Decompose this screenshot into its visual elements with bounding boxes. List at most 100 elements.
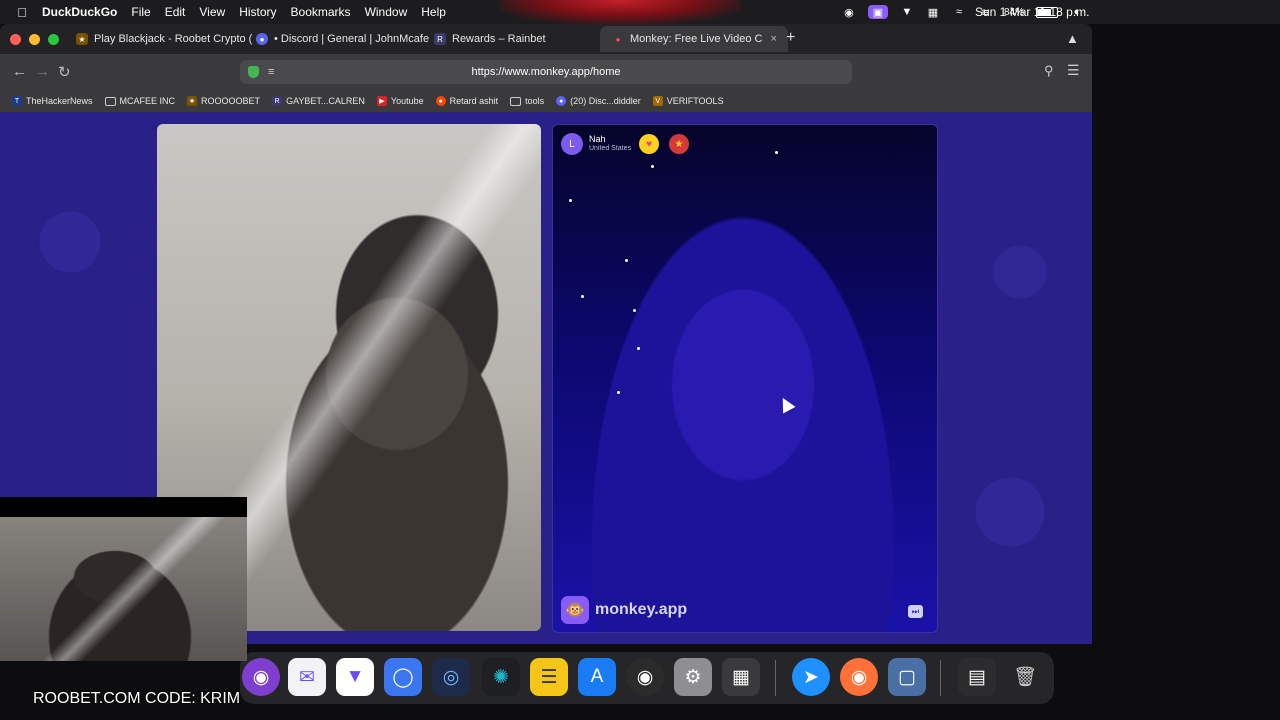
bookmark-item[interactable]: ● (20) Disc...diddler — [556, 96, 641, 106]
notes-icon[interactable]: ☰ — [530, 658, 568, 696]
tab-label: Play Blackjack - Roobet Crypto ( — [94, 33, 253, 45]
apple-menu-icon[interactable]:  — [14, 5, 30, 20]
remote-video[interactable]: L Nah United States ♥ ★ 🐵 monkey.app ⏭ — [552, 124, 938, 633]
signal-icon[interactable]: ◯ — [384, 658, 422, 696]
dock-separator — [775, 660, 776, 696]
keyboard-icon[interactable]: ▦ — [926, 5, 940, 19]
tab-monkey[interactable]: ● Monkey: Free Live Video C × — [600, 26, 788, 52]
youtube-icon: ▶ — [376, 96, 387, 106]
back-icon[interactable]: ← — [12, 63, 27, 80]
tab-label: • Discord | General | JohnMcafe — [274, 33, 430, 45]
trash-icon[interactable]: 🗑 — [1006, 658, 1044, 696]
site-settings-icon[interactable]: ≡ — [268, 66, 274, 78]
obs-icon[interactable]: ◉ — [626, 658, 664, 696]
tab-label: Rewards – Rainbet — [452, 33, 546, 45]
menubar-clock[interactable]: Sun 1 Mar 11:18 p.m. — [975, 5, 1090, 19]
firefox-icon[interactable]: ◉ — [840, 658, 878, 696]
window-controls — [10, 34, 59, 45]
peer-country: United States — [589, 145, 632, 152]
passwords-key-icon[interactable]: ⚲ — [1044, 63, 1054, 79]
bookmark-folder[interactable]: MCAFEE INC — [104, 96, 175, 106]
roobet-icon: ★ — [187, 96, 198, 106]
menu-help[interactable]: Help — [421, 5, 446, 19]
launchpad-icon[interactable]: ▦ — [722, 658, 760, 696]
shield-status-icon[interactable]: ◉ — [842, 5, 856, 19]
bookmark-item[interactable]: ★ ROOOOOBET — [187, 96, 260, 106]
mouse-cursor-icon — [776, 394, 796, 414]
macos-dock: ◉ ✉ ▼ ◯ ◎ ✺ ☰ A ◉ ⚙ ▦ ➤ ◉ ▢ ▤ 🗑 — [240, 652, 1054, 704]
webcam-overlay — [0, 497, 247, 661]
safari-icon[interactable]: ➤ — [792, 658, 830, 696]
wifi-icon[interactable]: ≈ — [952, 5, 966, 19]
tor-browser-icon[interactable]: ◉ — [242, 658, 280, 696]
tab-bar: ★ Play Blackjack - Roobet Crypto ( ● • D… — [0, 24, 1092, 54]
tab-label: Monkey: Free Live Video C — [630, 33, 763, 45]
close-window-button[interactable] — [10, 34, 21, 45]
tab-roobet[interactable]: ★ Play Blackjack - Roobet Crypto ( — [60, 26, 256, 52]
roobet-icon: ★ — [76, 33, 88, 45]
bookmark-item[interactable]: ● Retard ashit — [435, 96, 498, 106]
app-name-menu[interactable]: DuckDuckGo — [42, 5, 117, 19]
reddit-icon: ● — [435, 96, 446, 106]
bookmark-item[interactable]: R GAYBET...CALREN — [272, 96, 365, 106]
webcam-top-bar — [0, 497, 247, 517]
url-field[interactable]: ≡ https://www.monkey.app/home — [240, 60, 852, 84]
peer-info: L Nah United States ♥ ★ — [561, 133, 690, 155]
menu-view[interactable]: View — [199, 5, 225, 19]
mail-icon[interactable]: ✉ — [288, 658, 326, 696]
discord-icon: ● — [256, 33, 268, 45]
finder-window-icon[interactable]: ▤ — [958, 658, 996, 696]
menu-history[interactable]: History — [239, 5, 276, 19]
menu-window[interactable]: Window — [365, 5, 408, 19]
forward-icon[interactable]: → — [35, 63, 50, 80]
folder-icon — [510, 96, 522, 106]
zoom-window-button[interactable] — [48, 34, 59, 45]
folder-icon — [104, 96, 116, 106]
screen-record-icon[interactable]: ▣ — [867, 5, 888, 19]
thn-icon: T — [12, 96, 22, 106]
fingerprint-icon[interactable]: ◎ — [432, 658, 470, 696]
url-text: https://www.monkey.app/home — [471, 66, 621, 78]
app-store-icon[interactable]: A — [578, 658, 616, 696]
menu-file[interactable]: File — [131, 5, 150, 19]
brand-name: monkey.app — [595, 601, 688, 618]
heart-badge-icon[interactable]: ♥ — [639, 134, 660, 154]
vpn-icon[interactable]: ▼ — [900, 5, 914, 19]
peer-name: Nah — [589, 134, 606, 144]
menu-edit[interactable]: Edit — [165, 5, 186, 19]
avatar[interactable]: L — [561, 133, 583, 155]
rainbet-icon: R — [272, 96, 283, 106]
microphone-icon: ● — [615, 34, 621, 44]
bookmark-item[interactable]: T TheHackerNews — [12, 96, 93, 106]
reload-icon[interactable]: ↻ — [58, 63, 71, 81]
tab-rainbet[interactable]: R Rewards – Rainbet — [418, 26, 614, 52]
proton-vpn-icon[interactable]: ▼ — [336, 658, 374, 696]
fire-button-icon[interactable]: ▲ — [1066, 31, 1079, 46]
perplexity-icon[interactable]: ✺ — [482, 658, 520, 696]
tab-discord[interactable]: ● • Discord | General | JohnMcafe — [240, 26, 436, 52]
new-tab-button[interactable]: + — [786, 29, 795, 47]
browser-menu-icon[interactable]: ☰ — [1067, 62, 1080, 79]
minimize-window-button[interactable] — [29, 34, 40, 45]
rank-badge-icon[interactable]: ★ — [669, 134, 690, 154]
bookmark-folder[interactable]: tools — [510, 96, 544, 106]
skip-icon[interactable]: ⏭ — [908, 605, 923, 618]
bookmark-item[interactable]: ▶ Youtube — [376, 96, 424, 106]
monkey-logo-icon: 🐵 — [561, 596, 589, 624]
veriftools-icon: V — [652, 96, 663, 106]
close-tab-icon[interactable]: × — [770, 33, 776, 45]
bookmarks-bar: T TheHackerNews MCAFEE INC ★ ROOOOOBET R GA… — [0, 90, 1092, 113]
address-bar: ← → ↻ ≡ https://www.monkey.app/home ⚲ ☰ — [0, 54, 1092, 90]
menu-bookmarks[interactable]: Bookmarks — [291, 5, 351, 19]
monkey-brand: 🐵 monkey.app — [561, 596, 687, 624]
peer-meta: Nah United States — [589, 134, 631, 154]
files-icon[interactable]: ▢ — [888, 658, 926, 696]
rainbet-icon: R — [434, 33, 446, 45]
app-menu: DuckDuckGo File Edit View History Bookma… — [42, 5, 460, 19]
bookmark-item[interactable]: V VERIFTOOLS — [652, 96, 724, 106]
wallpaper-peek — [500, 0, 740, 24]
macos-menu-bar:  DuckDuckGo File Edit View History Book… — [0, 0, 1280, 24]
system-settings-icon[interactable]: ⚙ — [674, 658, 712, 696]
privacy-shield-icon[interactable] — [248, 66, 259, 78]
discord-icon: ● — [556, 96, 567, 106]
